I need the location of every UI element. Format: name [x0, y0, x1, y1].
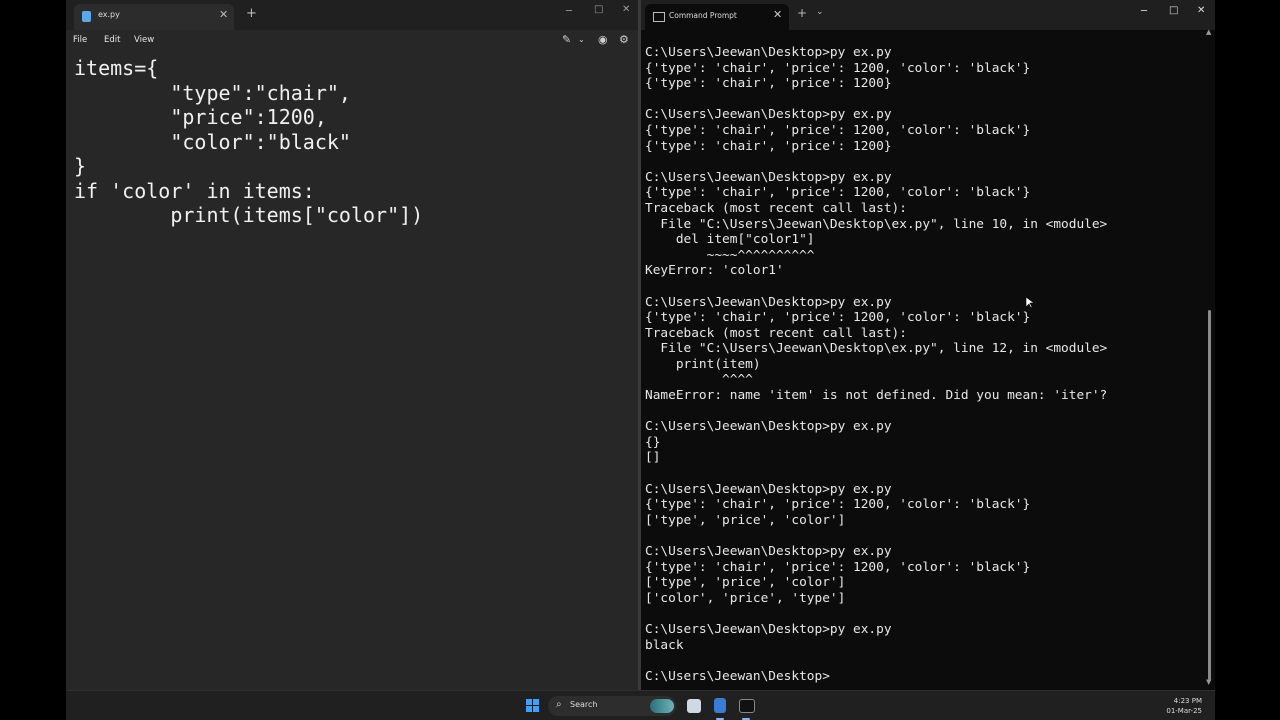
notepad-tab-title: ex.py: [98, 10, 120, 19]
notepad-close-button[interactable]: ✕: [622, 4, 630, 15]
menu-file[interactable]: File: [73, 35, 87, 45]
search-highlight-icon: [650, 699, 674, 713]
search-icon: ⌕: [556, 699, 562, 710]
notepad-new-tab-button[interactable]: +: [246, 6, 257, 21]
terminal-line: C:\Users\Jeewan\Desktop>py ex.py: [645, 294, 892, 310]
terminal-maximize-button[interactable]: □: [1169, 5, 1178, 16]
terminal-tab-title: Command Prompt: [669, 11, 737, 20]
notepad-file-icon: [82, 11, 91, 22]
search-label: Search: [570, 700, 598, 709]
code-line: if 'color' in items:: [74, 178, 315, 203]
taskbar-search-box[interactable]: ⌕ Search: [548, 696, 676, 716]
windows-logo-icon: [526, 699, 532, 705]
notepad-maximize-button[interactable]: □: [594, 4, 603, 15]
desktop-right-margin: [1215, 0, 1280, 690]
menu-edit[interactable]: Edit: [104, 35, 120, 45]
terminal-line: {'type': 'chair', 'price': 1200}: [645, 138, 892, 154]
terminal-scrollbar-thumb[interactable]: [1208, 310, 1211, 680]
code-line: }: [74, 154, 87, 178]
notepad-tab-close-icon[interactable]: ✕: [219, 8, 228, 21]
desktop-left-margin: [0, 0, 66, 690]
notepad-minimize-button[interactable]: ─: [566, 6, 572, 17]
terminal-line: {'type': 'chair', 'price': 1200}: [645, 76, 892, 92]
terminal-minimize-button[interactable]: ─: [1141, 6, 1147, 17]
account-icon[interactable]: ◉: [598, 33, 608, 46]
terminal-line: black: [645, 637, 684, 653]
terminal-line: print(item): [645, 356, 761, 372]
mouse-cursor-icon: [1026, 297, 1034, 309]
terminal-line: ['color', 'price', 'type']: [645, 590, 846, 606]
code-line: "price":1200,: [74, 105, 327, 129]
terminal-line: Traceback (most recent call last):: [645, 200, 907, 216]
terminal-window: Command Prompt ✕ + ⌄ ─ □ ✕ C:\Users\Jeew…: [641, 0, 1215, 690]
notepad-text-editor[interactable]: items={ "type":"chair", "price":1200, "c…: [74, 56, 423, 228]
terminal-line: {'type': 'chair', 'price': 1200, 'color'…: [645, 559, 1031, 575]
terminal-line: {'type': 'chair', 'price': 1200, 'color'…: [645, 310, 1031, 326]
terminal-titlebar: Command Prompt ✕ + ⌄ ─ □ ✕: [641, 0, 1215, 30]
notepad-taskbar-icon[interactable]: [714, 698, 726, 713]
clock-time[interactable]: 4:23 PM: [1146, 697, 1202, 705]
menu-view[interactable]: View: [134, 35, 154, 45]
terminal-line: C:\Users\Jeewan\Desktop>: [645, 668, 830, 684]
terminal-taskbar-icon[interactable]: [739, 699, 755, 713]
scroll-up-icon[interactable]: ▲: [1206, 28, 1211, 36]
terminal-line: C:\Users\Jeewan\Desktop>py ex.py: [645, 544, 892, 559]
notepad-titlebar: ex.py ✕ + ─ □ ✕: [66, 0, 638, 30]
notepad-menubar: File Edit View ✎ ⌄ ◉ ⚙: [66, 30, 638, 52]
command-prompt-icon: [653, 12, 665, 22]
terminal-line: C:\Users\Jeewan\Desktop>py ex.py: [645, 169, 892, 185]
terminal-line: Traceback (most recent call last):: [645, 325, 907, 341]
terminal-line: ^^^^: [645, 372, 753, 388]
code-line: "type":"chair",: [74, 80, 351, 105]
terminal-line: del item["color1"]: [645, 232, 815, 248]
terminal-line: C:\Users\Jeewan\Desktop>py ex.py: [645, 481, 892, 497]
terminal-line: ~~~~^^^^^^^^^^: [645, 247, 815, 263]
terminal-line: NameError: name 'item' is not defined. D…: [645, 388, 1108, 404]
terminal-tab[interactable]: Command Prompt ✕: [645, 4, 789, 30]
code-line: items={: [74, 56, 159, 80]
copilot-rewrite-icon[interactable]: ✎: [562, 33, 571, 46]
clock-date[interactable]: 01-Mar-25: [1146, 707, 1202, 715]
notepad-window: ex.py ✕ + ─ □ ✕ File Edit View ✎ ⌄ ◉ ⚙ i…: [66, 0, 638, 690]
code-line: "color":"black": [74, 129, 351, 154]
terminal-line: {'type': 'chair', 'price': 1200, 'color'…: [645, 122, 1031, 138]
terminal-line: C:\Users\Jeewan\Desktop>py ex.py: [645, 621, 892, 637]
start-button[interactable]: [526, 699, 540, 713]
terminal-line: C:\Users\Jeewan\Desktop>py ex.py: [645, 419, 892, 435]
settings-gear-icon[interactable]: ⚙: [619, 33, 629, 46]
terminal-line: C:\Users\Jeewan\Desktop>py ex.py: [645, 45, 892, 60]
taskbar: ⌕ Search 4:23 PM 01-Mar-25: [66, 690, 1215, 720]
terminal-tab-close-icon[interactable]: ✕: [773, 8, 782, 21]
terminal-line: ['type', 'price', 'color']: [645, 512, 846, 528]
task-view-icon[interactable]: [687, 699, 701, 713]
notepad-tab[interactable]: ex.py ✕: [74, 4, 234, 30]
terminal-line: {'type': 'chair', 'price': 1200, 'color'…: [645, 60, 1031, 76]
terminal-line: ['type', 'price', 'color']: [645, 575, 846, 591]
terminal-line: {'type': 'chair', 'price': 1200, 'color'…: [645, 497, 1031, 513]
chevron-down-icon[interactable]: ⌄: [578, 35, 585, 44]
terminal-line: KeyError: 'color1': [645, 263, 784, 279]
terminal-new-tab-button[interactable]: +: [797, 6, 807, 20]
terminal-line: {}: [645, 434, 661, 450]
terminal-line: File "C:\Users\Jeewan\Desktop\ex.py", li…: [645, 216, 1108, 232]
terminal-dropdown-icon[interactable]: ⌄: [816, 7, 824, 17]
terminal-line: File "C:\Users\Jeewan\Desktop\ex.py", li…: [645, 341, 1108, 357]
terminal-output[interactable]: C:\Users\Jeewan\Desktop>py ex.py {'type':…: [645, 45, 1107, 684]
terminal-close-button[interactable]: ✕: [1197, 5, 1205, 16]
code-line: print(items["color"]): [74, 203, 424, 227]
terminal-line: C:\Users\Jeewan\Desktop>py ex.py: [645, 107, 892, 123]
terminal-line: []: [645, 450, 661, 466]
terminal-line: {'type': 'chair', 'price': 1200, 'color'…: [645, 185, 1031, 201]
